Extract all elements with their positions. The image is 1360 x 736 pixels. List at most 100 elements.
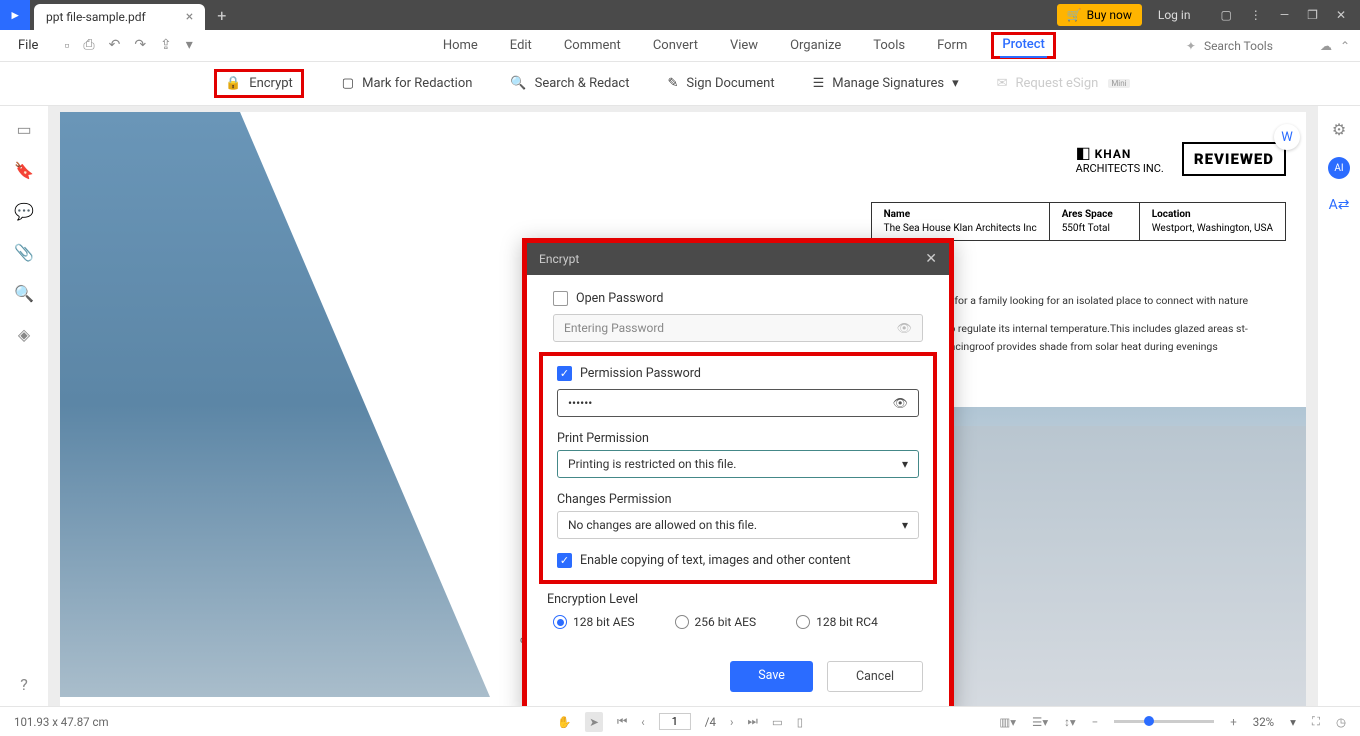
- tab-convert[interactable]: Convert: [651, 34, 700, 57]
- kebab-icon[interactable]: ⋮: [1250, 8, 1262, 22]
- highlight-permission-section: ✓ Permission Password •••••• 👁 Print Per…: [539, 352, 937, 584]
- thumbnail-icon[interactable]: ▭: [16, 120, 31, 139]
- changes-permission-select[interactable]: No changes are allowed on this file. ▾: [557, 511, 919, 539]
- tab-edit[interactable]: Edit: [508, 34, 534, 57]
- radio-128-rc4[interactable]: 128 bit RC4: [796, 615, 878, 629]
- close-window-icon[interactable]: ✕: [1336, 8, 1346, 22]
- sliders-icon[interactable]: ⚙: [1332, 120, 1346, 139]
- cancel-button[interactable]: Cancel: [827, 661, 923, 692]
- zoom-in-icon[interactable]: +: [1230, 715, 1237, 729]
- share-icon[interactable]: ⇪: [160, 37, 172, 54]
- word-export-badge[interactable]: W: [1274, 124, 1300, 150]
- info-loc-h: Location: [1152, 209, 1273, 220]
- buy-now-button[interactable]: 🛒 Buy now: [1057, 4, 1142, 26]
- ai-icon[interactable]: AI: [1328, 157, 1350, 179]
- help-icon[interactable]: ?: [20, 675, 28, 694]
- enable-copy-checkbox[interactable]: ✓: [557, 553, 572, 568]
- radio-128-aes[interactable]: 128 bit AES: [553, 615, 635, 629]
- notification-icon[interactable]: ▢: [1220, 8, 1231, 22]
- sign-document-button[interactable]: ✎ Sign Document: [667, 76, 774, 91]
- redo-icon[interactable]: ↷: [134, 37, 146, 54]
- hand-tool-icon[interactable]: ✋: [557, 715, 571, 729]
- prev-page-icon[interactable]: ‹: [641, 715, 644, 729]
- tab-form[interactable]: Form: [935, 34, 969, 57]
- scroll-mode-icon[interactable]: ↕▾: [1064, 715, 1076, 729]
- right-sidebar: ⚙ AI A⇄: [1318, 106, 1360, 706]
- info-name-v: The Sea House Klan Architects Inc: [884, 223, 1037, 234]
- para2: to regulate its internal temperature.Thi…: [946, 320, 1286, 356]
- permission-password-checkbox[interactable]: ✓: [557, 366, 572, 381]
- maximize-icon[interactable]: ❐: [1307, 8, 1318, 22]
- document-tab[interactable]: ppt file-sample.pdf ×: [34, 4, 205, 30]
- redaction-icon: ▢: [342, 76, 354, 91]
- search-icon[interactable]: 🔍: [14, 284, 34, 303]
- new-tab-button[interactable]: +: [217, 6, 226, 25]
- encrypt-button[interactable]: 🔒 Encrypt: [225, 76, 293, 91]
- cloud-icon[interactable]: ☁: [1320, 39, 1332, 53]
- dialog-titlebar[interactable]: Encrypt ✕: [527, 243, 949, 275]
- dialog-close-icon[interactable]: ✕: [925, 251, 937, 267]
- fit-page-icon[interactable]: ▭: [772, 715, 783, 729]
- open-password-checkbox[interactable]: [553, 291, 568, 306]
- tab-home[interactable]: Home: [441, 34, 480, 57]
- manage-signatures-button[interactable]: ☰ Manage Signatures ▾: [813, 76, 959, 91]
- close-tab-icon[interactable]: ×: [186, 9, 193, 25]
- fit-width-icon[interactable]: ▯: [797, 715, 803, 729]
- eye-icon[interactable]: 👁: [893, 396, 908, 410]
- attachment-icon[interactable]: 📎: [14, 243, 34, 262]
- tab-protect[interactable]: Protect: [1000, 33, 1047, 58]
- save-button[interactable]: Save: [730, 661, 813, 692]
- search-tools-input[interactable]: [1204, 39, 1304, 53]
- info-area-v: 550ft Total: [1062, 223, 1110, 234]
- brand-name: KHAN: [1095, 147, 1132, 161]
- reading-mode-icon[interactable]: ☰▾: [1032, 715, 1048, 729]
- bookmark-icon[interactable]: 🔖: [14, 161, 34, 180]
- save-icon[interactable]: ▫: [64, 37, 69, 54]
- brand-block: ◧ KHAN ARCHITECTS INC.: [1076, 143, 1164, 175]
- building-image-left: [60, 112, 490, 697]
- zoom-slider[interactable]: [1114, 720, 1214, 723]
- quick-actions: ▫ ⎙ ↶ ↷ ⇪ ▾: [64, 37, 192, 54]
- mark-redaction-button[interactable]: ▢ Mark for Redaction: [342, 76, 473, 91]
- last-page-icon[interactable]: ⏭: [747, 714, 757, 729]
- translate-icon[interactable]: A⇄: [1329, 197, 1350, 213]
- zoom-out-icon[interactable]: −: [1092, 715, 1099, 729]
- fullscreen-icon[interactable]: ⛶: [1312, 714, 1320, 729]
- permission-password-value: ••••••: [568, 396, 592, 410]
- file-menu[interactable]: File: [10, 38, 46, 53]
- search-tools[interactable]: ✦ ☁ ⌃: [1186, 39, 1350, 53]
- para1: n for a family looking for an isolated p…: [946, 292, 1286, 310]
- radio-256-aes[interactable]: 256 bit AES: [675, 615, 757, 629]
- tab-comment[interactable]: Comment: [562, 34, 623, 57]
- zoom-chevron-icon[interactable]: ▾: [1290, 715, 1296, 729]
- login-button[interactable]: Log in: [1158, 8, 1191, 22]
- sign-icon: ✎: [667, 76, 678, 91]
- tab-view[interactable]: View: [728, 34, 760, 57]
- next-page-icon[interactable]: ›: [730, 715, 733, 729]
- tab-tools[interactable]: Tools: [871, 34, 907, 57]
- undo-icon[interactable]: ↶: [109, 37, 121, 54]
- page-navigation: ✋ ➤ ⏮ ‹ /4 › ⏭ ▭ ▯: [557, 712, 803, 732]
- comment-icon[interactable]: 💬: [14, 202, 34, 221]
- permission-password-input[interactable]: •••••• 👁: [557, 389, 919, 417]
- search-redact-button[interactable]: 🔍 Search & Redact: [510, 76, 629, 91]
- left-sidebar: ▭ 🔖 💬 📎 🔍 ◈ ?: [0, 106, 48, 706]
- dropdown-icon[interactable]: ▾: [186, 37, 193, 54]
- clock-icon[interactable]: ◷: [1336, 715, 1346, 729]
- info-table: NameThe Sea House Klan Architects Inc Ar…: [871, 202, 1286, 241]
- tab-organize[interactable]: Organize: [788, 34, 843, 57]
- view-mode-icon[interactable]: ▥▾: [999, 715, 1016, 729]
- first-page-icon[interactable]: ⏮: [617, 714, 627, 729]
- layers-icon[interactable]: ◈: [18, 325, 30, 344]
- select-tool-icon[interactable]: ➤: [585, 712, 603, 732]
- changes-permission-label: Changes Permission: [557, 492, 919, 507]
- chevron-up-icon[interactable]: ⌃: [1340, 39, 1350, 53]
- print-permission-select[interactable]: Printing is restricted on this file. ▾: [557, 450, 919, 478]
- page-number-input[interactable]: [659, 713, 691, 730]
- print-icon[interactable]: ⎙: [83, 37, 94, 54]
- encryption-level-label: Encryption Level: [547, 592, 923, 607]
- minimize-icon[interactable]: —: [1280, 8, 1289, 22]
- zoom-value[interactable]: 32%: [1253, 715, 1274, 729]
- request-esign-label: Request eSign: [1016, 76, 1099, 91]
- document-viewport[interactable]: ◧ KHAN ARCHITECTS INC. REVIEWED NameThe …: [48, 106, 1318, 706]
